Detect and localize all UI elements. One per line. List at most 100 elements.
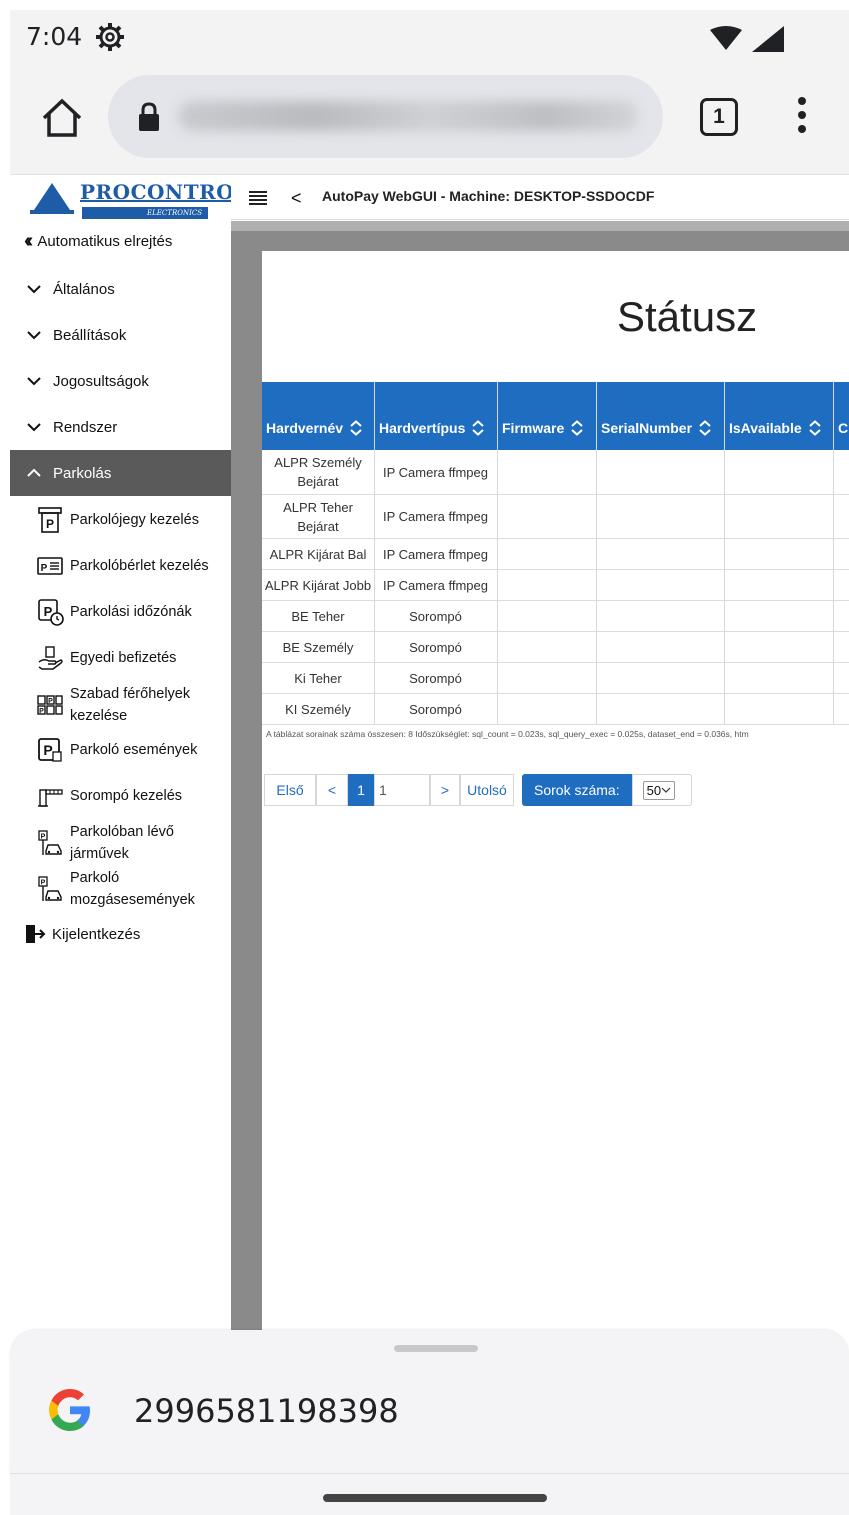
sidebar-group-jogosultsagok[interactable]: Jogosultságok xyxy=(10,358,231,404)
chevron-down-icon xyxy=(27,377,41,386)
procontrol-logo[interactable]: PROCONTROL ELECTRONICS xyxy=(30,180,248,222)
column-header-hardware-type[interactable]: Hardvertípus xyxy=(379,420,485,436)
page-title: Státusz xyxy=(617,293,758,340)
auto-hide-toggle[interactable]: ‹‹ Automatikus elrejtés xyxy=(24,230,172,253)
sidebar-item-free-spaces[interactable]: PP Szabad férőhelyek kezelése xyxy=(10,682,231,728)
column-header-serial-number[interactable]: SerialNumber xyxy=(601,420,712,436)
parking-clock-icon: P xyxy=(38,599,64,626)
chevron-up-icon xyxy=(27,468,41,477)
svg-text:P: P xyxy=(48,698,53,705)
browser-toolbar: 1 xyxy=(10,60,849,175)
column-header-firmware[interactable]: Firmware xyxy=(502,420,584,436)
sidebar-group-rendszer[interactable]: Rendszer xyxy=(10,404,231,450)
detected-barcode-number[interactable]: 2996581198398 xyxy=(134,1392,399,1430)
last-page-button[interactable]: Utolsó xyxy=(460,774,514,806)
next-page-button[interactable]: > xyxy=(430,774,460,806)
logout-link[interactable]: Kijelentkezés xyxy=(24,924,140,944)
screen: 7:04 1 PROCONTROL ELECTRONICS ‹‹ Automat… xyxy=(0,0,849,1515)
sidebar-item-parking-pass[interactable]: P Parkolóbérlet kezelés xyxy=(10,551,231,581)
svg-text:P: P xyxy=(39,708,44,715)
status-bar: 7:04 xyxy=(10,10,849,60)
sidebar-item-parking-events[interactable]: P Parkoló események xyxy=(10,735,231,765)
svg-text:P: P xyxy=(43,742,52,758)
sidebar-group-parkolas[interactable]: Parkolás xyxy=(10,450,231,496)
home-gesture-pill[interactable] xyxy=(323,1494,547,1502)
sidebar-item-parking-timezones[interactable]: P Parkolási időzónák xyxy=(10,597,231,627)
sidebar-group-label: Rendszer xyxy=(53,418,118,436)
table-row[interactable]: ALPR Kijárat Bal IP Camera ffmpeg xyxy=(262,539,849,570)
parked-car-icon: P xyxy=(38,830,62,855)
sidebar-group-label: Jogosultságok xyxy=(53,372,149,390)
sort-icon xyxy=(808,420,821,436)
page-number-input[interactable]: 1 xyxy=(374,774,430,806)
table-row[interactable]: BE Személy Sorompó xyxy=(262,632,849,663)
hamburger-menu-icon[interactable] xyxy=(249,190,267,206)
table-row[interactable]: ALPR Teher Bejárat IP Camera ffmpeg xyxy=(262,495,849,539)
parking-ticket-icon: P xyxy=(38,507,62,533)
sidebar-item-parking-movements[interactable]: P Parkoló mozgásesemények xyxy=(10,866,231,912)
home-icon[interactable] xyxy=(40,96,84,140)
sidebar-group-label: Általános xyxy=(53,280,115,298)
rows-per-page-select[interactable]: 50 xyxy=(631,774,692,806)
pagination: Első < 1 1 > Utolsó Sorok száma: 50 xyxy=(264,774,692,806)
svg-text:P: P xyxy=(41,563,48,574)
wifi-icon xyxy=(710,26,742,50)
chevron-down-icon xyxy=(27,331,41,340)
rows-per-page-label: Sorok száma: xyxy=(522,774,632,806)
url-bar[interactable] xyxy=(108,75,663,158)
prev-page-button[interactable]: < xyxy=(316,774,348,806)
sidebar-group-label: Parkolás xyxy=(53,464,112,482)
chevron-down-icon xyxy=(661,787,671,793)
logout-label: Kijelentkezés xyxy=(52,925,141,943)
parked-car-icon: P xyxy=(38,876,62,901)
table-row[interactable]: BE Teher Sorompó xyxy=(262,601,849,632)
current-page-button[interactable]: 1 xyxy=(348,774,374,806)
svg-text:P: P xyxy=(41,834,46,841)
sidebar-item-custom-payment[interactable]: Egyedi befizetés xyxy=(10,643,231,673)
column-header-truncated[interactable]: C xyxy=(838,420,848,436)
parking-spaces-icon: PP xyxy=(37,695,63,715)
sidebar-group-altalanos[interactable]: Általános xyxy=(10,266,231,312)
sidebar-item-vehicles-in-parking[interactable]: P Parkolóban lévő járművek xyxy=(10,820,231,866)
chevron-down-icon xyxy=(27,285,41,294)
sort-icon xyxy=(699,420,711,436)
sort-icon xyxy=(472,420,485,436)
table-row[interactable]: ALPR Személy Bejárat IP Camera ffmpeg xyxy=(262,450,849,495)
sort-icon xyxy=(571,420,583,436)
page-header-title: AutoPay WebGUI - Machine: DESKTOP-SSDOCD… xyxy=(322,188,655,204)
url-text-blurred xyxy=(178,101,638,131)
status-panel: Státusz Hardvernév Hardvertípus Firmware… xyxy=(262,251,849,1330)
google-bottom-sheet[interactable]: 2996581198398 xyxy=(10,1330,849,1473)
browser-menu-button[interactable] xyxy=(790,94,814,140)
gear-icon xyxy=(96,23,124,51)
table-header: Hardvernév Hardvertípus Firmware SerialN… xyxy=(262,382,849,450)
table-row[interactable]: Ki Teher Sorompó xyxy=(262,663,849,694)
barrier-icon xyxy=(38,789,63,807)
sidebar-item-barrier[interactable]: Sorompó kezelés xyxy=(10,781,231,811)
tab-switcher-button[interactable]: 1 xyxy=(700,98,738,136)
sidebar: PROCONTROL ELECTRONICS ‹‹ Automatikus el… xyxy=(10,176,248,1330)
sidebar-item-parking-ticket[interactable]: P Parkolójegy kezelés xyxy=(10,505,231,535)
svg-text:P: P xyxy=(41,880,46,887)
sheet-drag-handle[interactable] xyxy=(394,1345,478,1352)
table-row[interactable]: ALPR Kijárat Jobb IP Camera ffmpeg xyxy=(262,570,849,601)
logout-icon xyxy=(26,925,46,943)
signal-icon xyxy=(752,26,784,52)
parking-pass-icon: P xyxy=(37,557,63,575)
first-page-button[interactable]: Első xyxy=(264,774,316,806)
lock-icon xyxy=(139,102,159,131)
sidebar-group-label: Beállítások xyxy=(53,326,127,344)
sidebar-group-beallitasok[interactable]: Beállítások xyxy=(10,312,231,358)
column-header-hardware-name[interactable]: Hardvernév xyxy=(266,420,363,436)
back-button[interactable]: < xyxy=(291,188,302,209)
svg-text:P: P xyxy=(46,517,54,531)
chevron-down-icon xyxy=(27,423,41,432)
double-chevron-left-icon: ‹‹ xyxy=(24,230,34,252)
table-row[interactable]: KI Személy Sorompó xyxy=(262,694,849,725)
auto-hide-label: Automatikus elrejtés xyxy=(37,233,173,250)
column-header-is-available[interactable]: IsAvailable xyxy=(729,420,822,436)
sort-icon xyxy=(350,420,362,436)
parking-events-icon: P xyxy=(38,738,62,762)
system-navigation-bar xyxy=(10,1473,849,1515)
status-time: 7:04 xyxy=(26,22,83,51)
